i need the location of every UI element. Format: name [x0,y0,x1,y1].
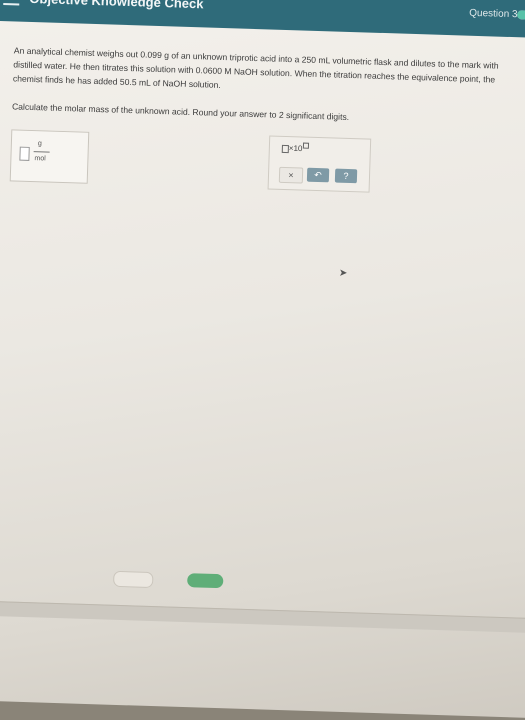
sci-notation-label: ×10 [288,143,303,154]
hamburger-menu-icon[interactable] [3,0,20,6]
mouse-pointer-icon: ➤ [338,267,348,279]
explanation-button[interactable] [113,570,154,589]
unit-numerator: g [37,140,42,148]
fraction-line [33,151,50,153]
header-bar: Objective Knowledge Check Question 3 [0,0,525,39]
answer-input[interactable] [19,146,30,161]
page-title: Objective Knowledge Check [29,0,204,12]
question-prompt: An analytical chemist weighs out 0.099 g… [12,45,499,90]
check-button[interactable] [187,573,224,589]
clear-button[interactable]: × [278,166,304,184]
progress-fill [517,10,525,20]
box-icon [302,142,309,149]
question-instruction: Calculate the molar mass of the unknown … [11,101,350,122]
question-content: An analytical chemist weighs out 0.099 g… [9,43,514,279]
math-keypad: ×10 × ↶ ? [267,135,372,193]
question-number: Question 3 [469,7,518,21]
answer-box[interactable]: g mol [9,129,90,184]
unit-denominator: mol [34,155,46,163]
undo-button[interactable]: ↶ [306,167,330,183]
bottom-bar [0,599,525,634]
sci-notation-button[interactable]: ×10 [281,142,309,154]
screen: Objective Knowledge Check Question 3 An … [0,0,525,719]
help-button[interactable]: ? [334,168,358,184]
progress-bar [517,10,525,23]
